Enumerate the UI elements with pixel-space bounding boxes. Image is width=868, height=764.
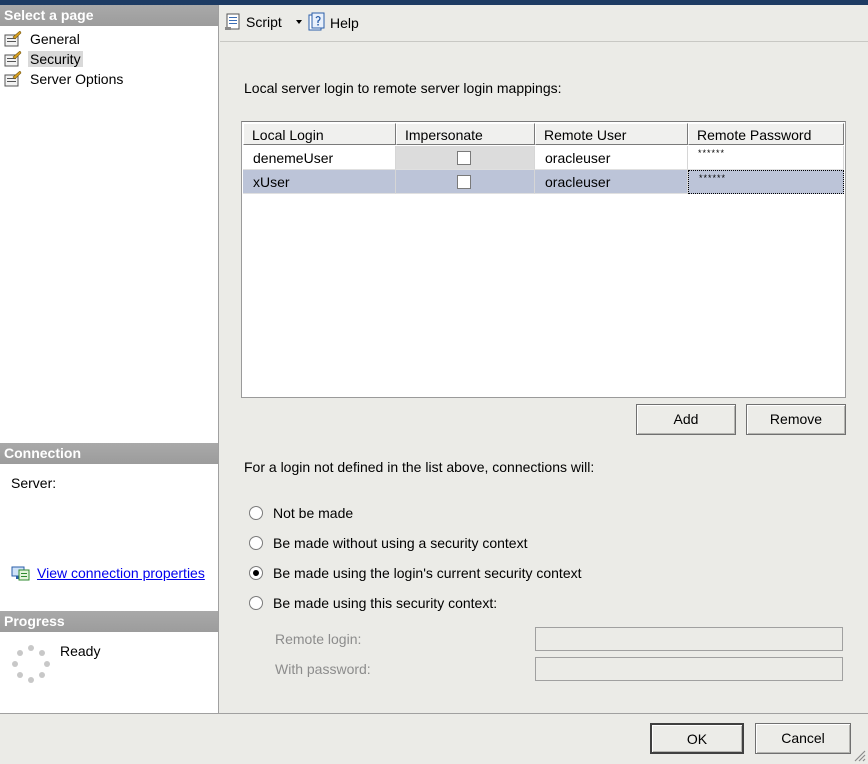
mappings-label: Local server login to remote server logi… <box>244 80 562 96</box>
radio-button[interactable] <box>249 536 263 550</box>
remote-password-cell[interactable]: ****** <box>688 146 844 170</box>
remote-user-cell[interactable]: oracleuser <box>535 146 688 170</box>
remote-login-label: Remote login: <box>275 631 362 647</box>
help-button[interactable]: Help <box>308 12 359 32</box>
script-label: Script <box>246 14 282 30</box>
progress-header: Progress <box>0 611 218 632</box>
connection-header: Connection <box>0 443 218 464</box>
page-icon <box>4 71 22 87</box>
script-icon <box>225 13 240 30</box>
impersonate-checkbox[interactable] <box>457 175 471 189</box>
view-connection-properties[interactable]: View connection properties <box>11 564 205 582</box>
help-label: Help <box>330 15 359 31</box>
column-header-remote-user[interactable]: Remote User <box>535 123 688 145</box>
select-page-header: Select a page <box>0 5 218 26</box>
cancel-button[interactable]: Cancel <box>755 723 851 754</box>
page-icon <box>4 31 22 47</box>
column-header-remote-password[interactable]: Remote Password <box>688 123 844 145</box>
option-label: Be made without using a security context <box>273 535 528 551</box>
remote-user-cell[interactable]: oracleuser <box>535 170 688 194</box>
toolbar: Script Help <box>220 5 868 42</box>
with-password-input <box>535 657 843 681</box>
script-button[interactable]: Script <box>224 12 308 32</box>
page-icon <box>4 51 22 67</box>
column-header-local-login[interactable]: Local Login <box>243 123 396 145</box>
login-mappings-grid[interactable]: Local Login Impersonate Remote User Remo… <box>241 121 846 398</box>
server-label: Server: <box>11 475 57 491</box>
option-label: Be made using the login's current securi… <box>273 565 582 581</box>
option-current-security-context[interactable]: Be made using the login's current securi… <box>249 563 582 583</box>
option-without-security-context[interactable]: Be made without using a security context <box>249 533 527 553</box>
remote-login-input <box>535 627 843 651</box>
remove-button[interactable]: Remove <box>746 404 846 435</box>
local-login-cell[interactable]: denemeUser <box>243 146 396 170</box>
left-pane: Select a page General Security Server Op… <box>0 5 219 713</box>
view-connection-link[interactable]: View connection properties <box>37 565 205 581</box>
page-item-label: Security <box>28 51 83 67</box>
page-item-general[interactable]: General <box>4 30 82 49</box>
help-icon <box>308 12 325 31</box>
page-item-server-options[interactable]: Server Options <box>4 70 125 89</box>
progress-status: Ready <box>60 643 101 659</box>
option-label: Not be made <box>273 505 354 521</box>
ok-button[interactable]: OK <box>650 723 744 754</box>
option-this-security-context[interactable]: Be made using this security context: <box>249 593 497 613</box>
page-item-security[interactable]: Security <box>4 50 83 69</box>
page-item-label: Server Options <box>30 71 124 87</box>
remote-password-cell[interactable]: ****** <box>688 170 844 194</box>
option-not-be-made[interactable]: Not be made <box>249 503 353 523</box>
impersonate-cell[interactable] <box>396 170 535 194</box>
impersonate-checkbox[interactable] <box>457 151 471 165</box>
radio-button[interactable] <box>249 506 263 520</box>
add-button[interactable]: Add <box>636 404 736 435</box>
option-label: Be made using this security context: <box>273 595 498 611</box>
connection-properties-icon <box>11 566 30 581</box>
radio-button-selected[interactable] <box>249 566 263 580</box>
local-login-cell[interactable]: xUser <box>243 170 396 194</box>
radio-button[interactable] <box>249 596 263 610</box>
column-header-impersonate[interactable]: Impersonate <box>396 123 535 145</box>
progress-spinner-icon <box>12 645 50 683</box>
impersonate-cell[interactable] <box>396 146 535 170</box>
resize-grip-icon[interactable] <box>852 748 866 762</box>
with-password-label: With password: <box>275 661 371 677</box>
undefined-login-label: For a login not defined in the list abov… <box>244 459 595 475</box>
page-item-label: General <box>30 31 80 47</box>
chevron-down-icon <box>295 20 302 24</box>
